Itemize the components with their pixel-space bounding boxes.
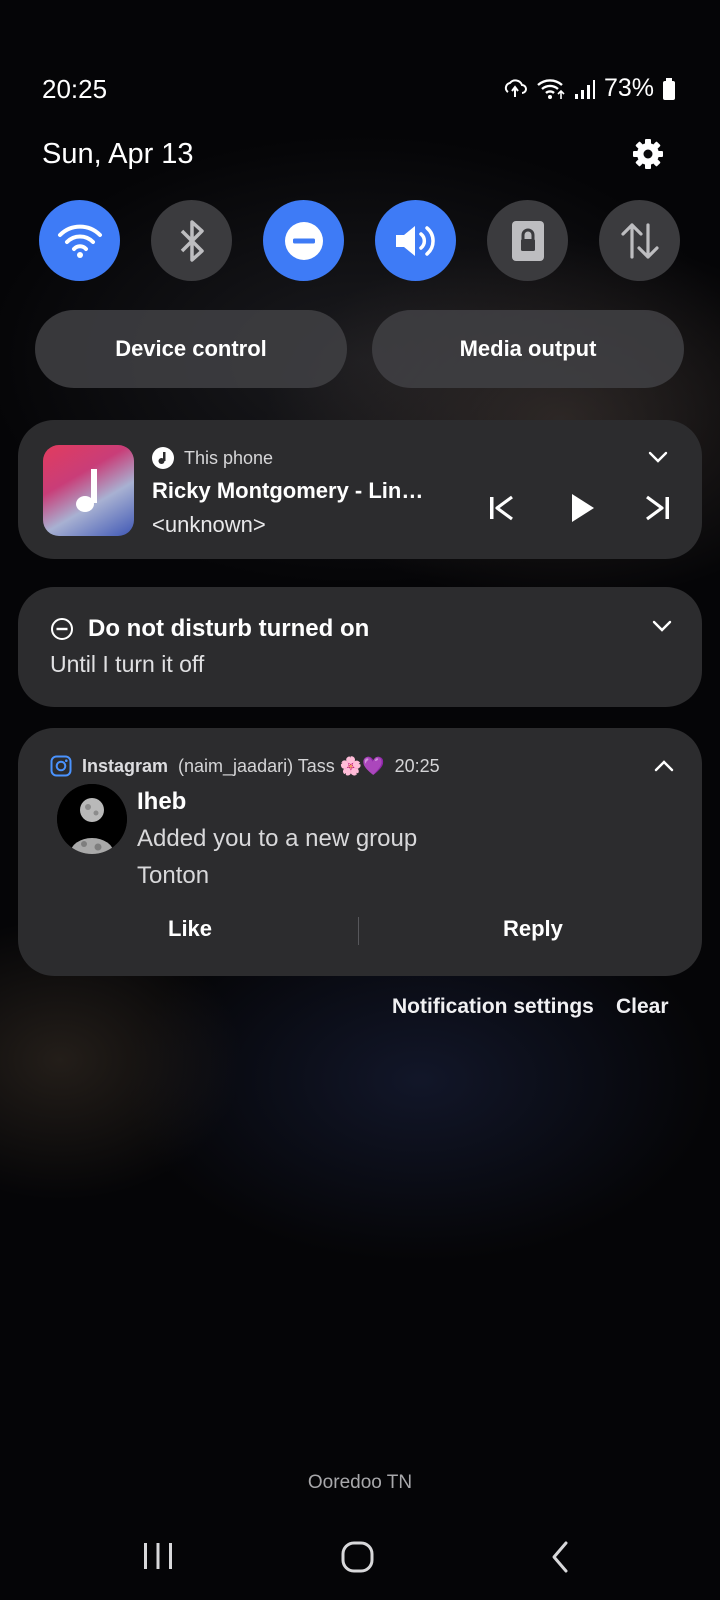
music-note-icon xyxy=(75,468,97,512)
previous-track-icon[interactable] xyxy=(488,494,516,522)
wifi-status-icon xyxy=(537,78,565,99)
bluetooth-toggle[interactable] xyxy=(151,200,232,281)
sound-icon xyxy=(395,225,435,256)
battery-icon xyxy=(663,77,675,100)
music-source-icon xyxy=(152,447,174,469)
carrier-label: Ooredoo TN xyxy=(307,1472,413,1493)
notification-group-name: Tonton xyxy=(137,862,210,889)
mobile-data-toggle[interactable] xyxy=(599,200,680,281)
chevron-down-icon[interactable] xyxy=(648,451,668,463)
dnd-subtitle: Until I turn it off xyxy=(50,651,205,677)
status-time: 20:25 xyxy=(42,74,108,104)
sound-toggle[interactable] xyxy=(375,200,456,281)
date-label: Sun, Apr 13 xyxy=(42,138,194,170)
do-not-disturb-small-icon xyxy=(51,618,73,640)
screen-lock-toggle[interactable] xyxy=(487,200,568,281)
do-not-disturb-icon xyxy=(284,221,323,260)
media-artist: <unknown> xyxy=(152,512,266,537)
reply-button[interactable]: Reply xyxy=(503,916,563,942)
clear-button[interactable]: Clear xyxy=(616,995,669,1019)
status-icons: 73% xyxy=(502,74,676,103)
notification-app-name: Instagram xyxy=(82,755,169,776)
next-track-icon[interactable] xyxy=(643,494,671,522)
chevron-up-icon[interactable] xyxy=(654,760,674,772)
recent-apps-icon[interactable] xyxy=(141,1540,175,1572)
wifi-icon xyxy=(57,224,102,258)
battery-percent: 73% xyxy=(603,74,654,102)
media-title: Ricky Montgomery - Line Without a Hook xyxy=(152,478,427,503)
dnd-notification-card[interactable] xyxy=(18,587,702,707)
signal-icon xyxy=(574,79,595,99)
notification-time: 20:25 xyxy=(394,755,440,776)
home-icon[interactable] xyxy=(340,1540,376,1574)
back-icon[interactable] xyxy=(548,1540,572,1574)
play-icon[interactable] xyxy=(568,492,596,524)
mobile-data-icon xyxy=(620,222,659,259)
notification-header: Instagram (naim_jaadari) Tass 🌸💜 20:25 xyxy=(50,755,440,777)
notification-message: Added you to a new group xyxy=(137,825,418,852)
media-output-button[interactable]: Media output xyxy=(372,310,684,388)
avatar xyxy=(57,784,127,854)
dnd-title: Do not disturb turned on xyxy=(88,615,370,642)
action-divider xyxy=(358,917,359,945)
do-not-disturb-toggle[interactable] xyxy=(263,200,344,281)
settings-gear-icon[interactable] xyxy=(630,136,666,172)
screen-lock-icon xyxy=(511,220,544,261)
like-button[interactable]: Like xyxy=(168,916,212,942)
notification-account: (naim_jaadari) Tass 🌸💜 xyxy=(178,755,385,776)
notification-sender: Iheb xyxy=(137,788,187,815)
device-control-button[interactable]: Device control xyxy=(35,310,347,388)
media-source: This phone xyxy=(152,447,273,469)
instagram-icon xyxy=(50,755,72,777)
chevron-down-icon[interactable] xyxy=(652,620,672,632)
wifi-toggle[interactable] xyxy=(39,200,120,281)
album-art xyxy=(43,445,134,536)
media-source-label: This phone xyxy=(184,447,274,468)
bluetooth-icon xyxy=(180,219,204,262)
sync-icon xyxy=(504,78,527,97)
notification-settings-button[interactable]: Notification settings xyxy=(392,995,594,1019)
